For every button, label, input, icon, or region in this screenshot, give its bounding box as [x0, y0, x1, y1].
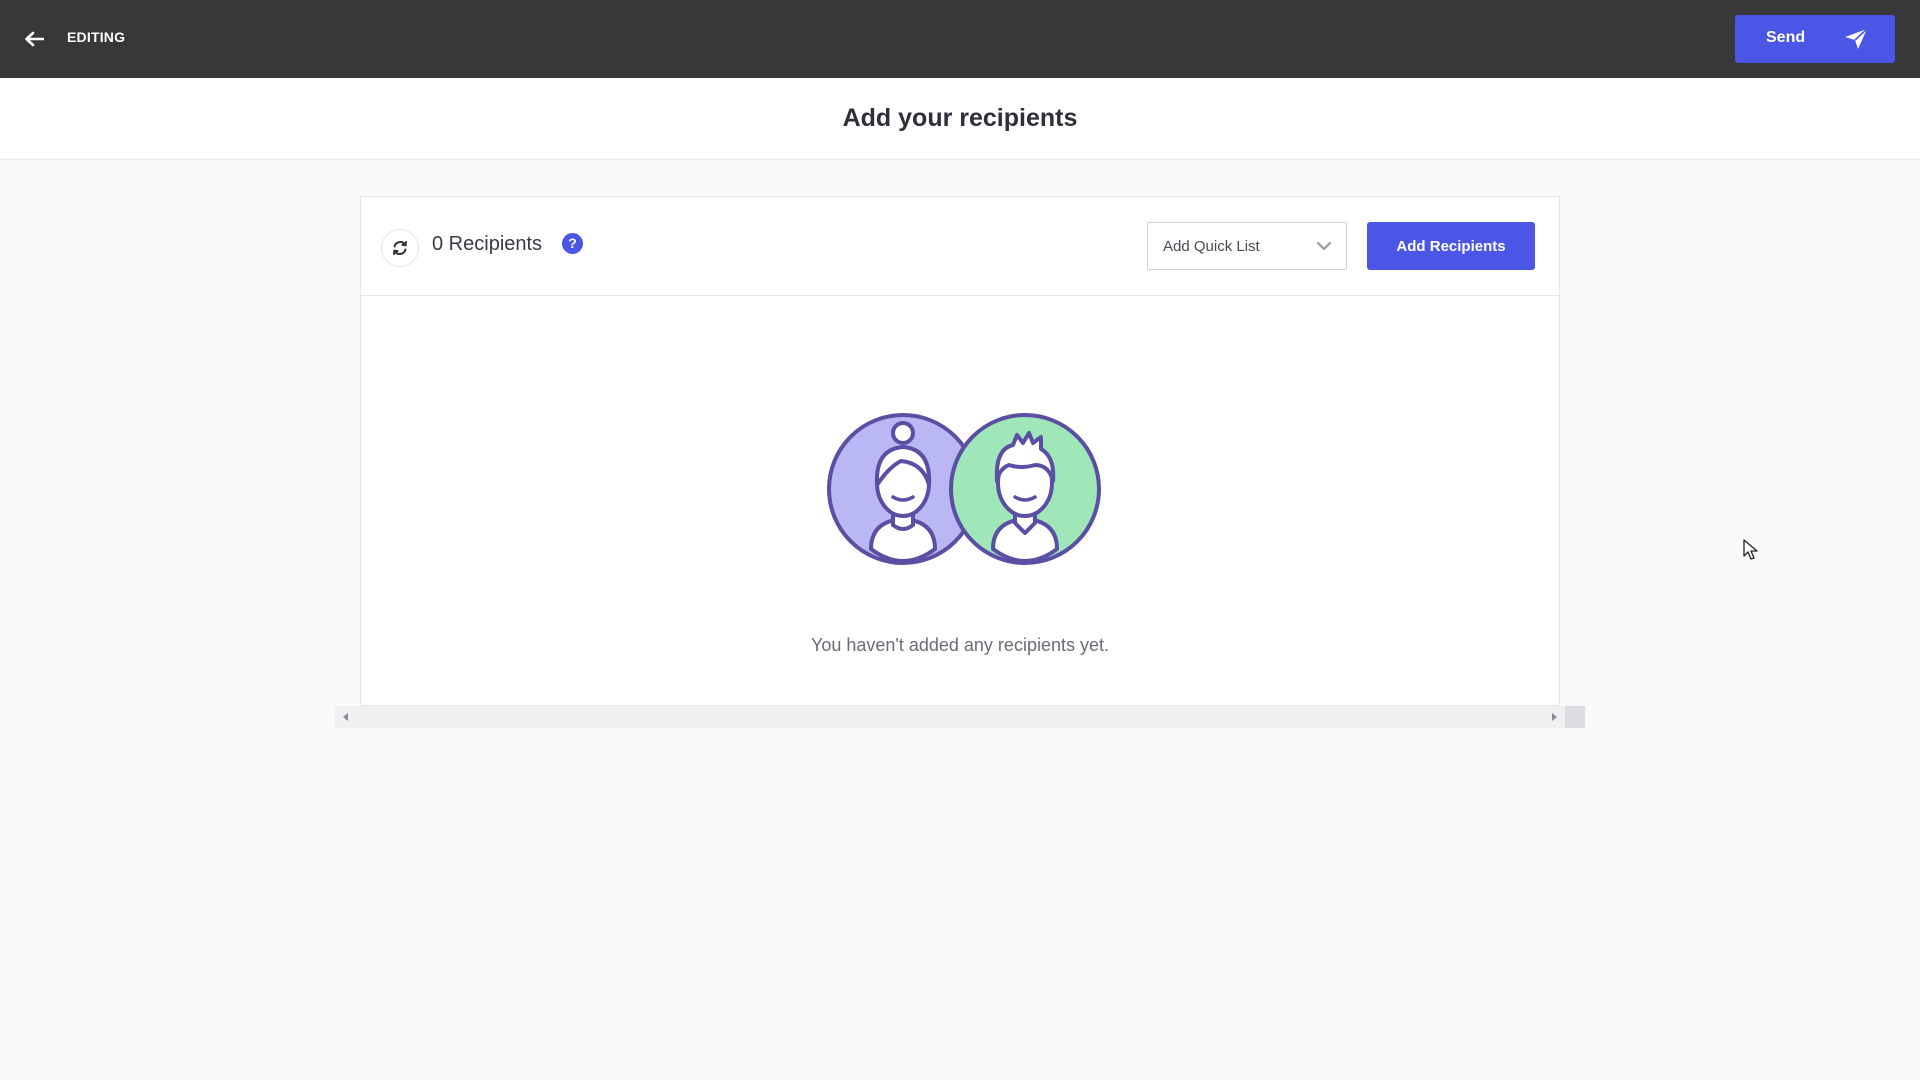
- chevron-down-icon: [1316, 241, 1332, 251]
- recipients-panel: 0 Recipients ? Add Quick List Add Recipi…: [360, 196, 1560, 706]
- send-button[interactable]: Send: [1735, 15, 1895, 63]
- empty-state-message: You haven't added any recipients yet.: [811, 635, 1109, 655]
- refresh-icon: [393, 240, 407, 256]
- refresh-button[interactable]: [381, 229, 419, 267]
- scrollbar-corner: [1565, 706, 1585, 728]
- paper-plane-icon: [1845, 28, 1868, 49]
- scroll-right-arrow-icon[interactable]: [1548, 711, 1560, 723]
- people-avatars-icon: [827, 413, 1101, 565]
- arrow-left-icon: [25, 31, 44, 47]
- editing-label: EDITING: [67, 29, 126, 45]
- mouse-cursor-icon: [1743, 539, 1758, 560]
- back-button[interactable]: [18, 25, 50, 53]
- recipient-count: 0 Recipients: [432, 233, 543, 255]
- page-title: Add your recipients: [842, 104, 1078, 132]
- add-recipients-button[interactable]: Add Recipients: [1367, 222, 1535, 270]
- send-button-label: Send: [1766, 29, 1806, 46]
- title-bar: Add your recipients: [0, 78, 1920, 160]
- recipients-panel-header: 0 Recipients ? Add Quick List Add Recipi…: [361, 197, 1559, 296]
- top-bar: EDITING Send: [0, 0, 1920, 78]
- add-quick-list-dropdown[interactable]: Add Quick List: [1147, 222, 1347, 270]
- help-icon[interactable]: ?: [562, 233, 583, 254]
- horizontal-scrollbar[interactable]: [335, 706, 1585, 728]
- add-quick-list-label: Add Quick List: [1163, 238, 1260, 255]
- scroll-left-arrow-icon[interactable]: [340, 711, 352, 723]
